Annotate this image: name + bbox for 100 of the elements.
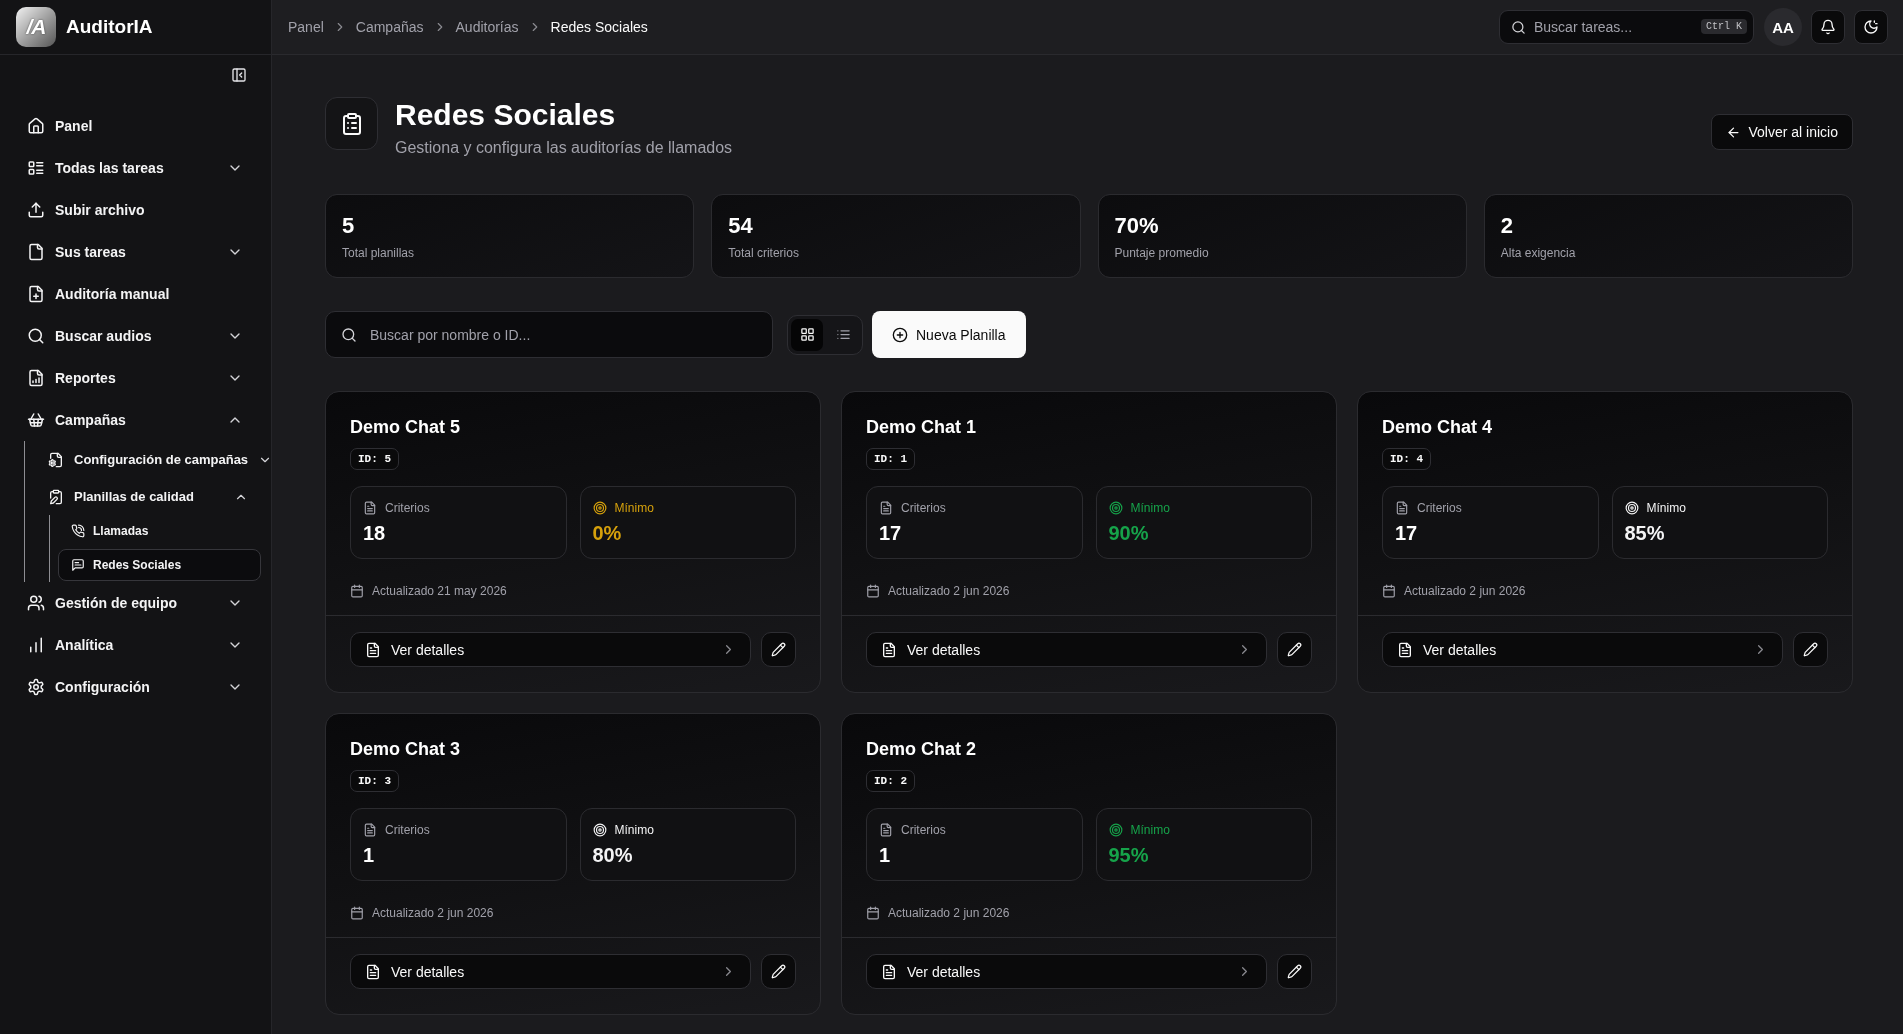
details-button[interactable]: Ver detalles [866, 632, 1267, 667]
stat-label: Total criterios [728, 245, 799, 261]
calendar-icon [866, 906, 880, 920]
updated-date: Actualizado 2 jun 2026 [372, 905, 494, 921]
sidebar-item[interactable]: Panel [0, 105, 271, 147]
user-avatar[interactable]: AA [1764, 8, 1802, 46]
calendar-icon [1382, 584, 1396, 598]
card-title: Demo Chat 5 [350, 416, 461, 438]
file-text-icon [879, 501, 893, 515]
clipboard-icon [325, 97, 378, 150]
search-field[interactable]: Buscar por nombre o ID... [325, 311, 773, 358]
sidebar-item[interactable]: Reportes [0, 357, 271, 399]
id-tag: ID: 5 [350, 448, 399, 470]
file-gear-icon [48, 451, 64, 468]
card-title: Demo Chat 3 [350, 738, 461, 760]
search-icon [1511, 20, 1526, 35]
file-text-icon [881, 963, 897, 980]
message-icon [71, 558, 85, 572]
updated-date: Actualizado 2 jun 2026 [888, 905, 1010, 921]
panel-toggle-icon[interactable] [231, 67, 247, 83]
sidebar-item[interactable]: Auditoría manual [0, 273, 271, 315]
sidebar-item[interactable]: Campañas [0, 399, 271, 441]
minimum-value: 0% [592, 521, 622, 545]
minimum-label: Mínimo [614, 822, 654, 838]
sidebar-item[interactable]: Sus tareas [0, 231, 271, 273]
criteria-value: 1 [363, 843, 375, 867]
card-title: Demo Chat 2 [866, 738, 977, 760]
id-tag: ID: 2 [866, 770, 915, 792]
stat-label: Total planillas [342, 245, 415, 261]
id-tag: ID: 1 [866, 448, 915, 470]
calendar-icon [350, 906, 364, 920]
sidebar-item[interactable]: Subir archivo [0, 189, 271, 231]
grid-icon [799, 327, 815, 342]
details-button[interactable]: Ver detalles [1382, 632, 1783, 667]
stat-value: 5 [342, 213, 355, 239]
file-plus-icon [27, 285, 45, 303]
back-button[interactable]: Volver al inicio [1710, 114, 1853, 150]
home-icon [27, 117, 45, 135]
breadcrumb-link[interactable]: Panel [288, 19, 324, 35]
edit-button[interactable] [761, 632, 796, 667]
phone-icon [71, 524, 85, 538]
minimum-value: 80% [592, 843, 633, 867]
sidebar-item[interactable]: Configuración de campañas [25, 441, 271, 478]
edit-button[interactable] [761, 954, 796, 989]
edit-button[interactable] [1793, 632, 1828, 667]
file-text-icon [363, 501, 377, 515]
users-icon [27, 594, 45, 612]
sidebar-item[interactable]: Redes Sociales [58, 549, 261, 581]
file-text-icon [1397, 641, 1413, 658]
details-button[interactable]: Ver detalles [350, 632, 751, 667]
new-template-button[interactable]: Nueva Planilla [872, 311, 1026, 358]
sidebar-item[interactable]: Analítica [0, 624, 271, 666]
pencil-icon [1287, 642, 1302, 657]
card-title: Demo Chat 1 [866, 416, 977, 438]
theme-toggle-button[interactable] [1854, 10, 1888, 44]
minimum-value: 90% [1108, 521, 1149, 545]
file-chart-icon [27, 369, 45, 387]
sidebar-item[interactable]: Buscar audios [0, 315, 271, 357]
minimum-value: 85% [1624, 521, 1665, 545]
sidebar-item[interactable]: Llamadas [58, 515, 261, 547]
stat-value: 2 [1500, 213, 1513, 239]
clipboard-pen-icon [48, 488, 64, 505]
file-text-icon [881, 641, 897, 658]
calendar-icon [866, 584, 880, 598]
edit-button[interactable] [1277, 954, 1312, 989]
minimum-label: Mínimo [614, 500, 654, 516]
details-button[interactable]: Ver detalles [350, 954, 751, 989]
sidebar-item[interactable]: Todas las tareas [0, 147, 271, 189]
details-button[interactable]: Ver detalles [866, 954, 1267, 989]
breadcrumb-link[interactable]: Campañas [355, 19, 424, 35]
minimum-label: Mínimo [1646, 500, 1686, 516]
breadcrumb-link[interactable]: Auditorías [455, 19, 519, 35]
edit-button[interactable] [1277, 632, 1312, 667]
file-text-icon [363, 823, 377, 837]
sidebar-item[interactable]: Gestión de equipo [0, 582, 271, 624]
minimum-label: Mínimo [1130, 822, 1170, 838]
criteria-value: 18 [363, 521, 386, 545]
file-text-icon [365, 963, 381, 980]
sidebar-item[interactable]: Planillas de calidad [25, 478, 271, 515]
pencil-icon [1803, 642, 1818, 657]
minimum-value: 95% [1108, 843, 1149, 867]
breadcrumb-current[interactable]: Redes Sociales [550, 19, 648, 35]
task-list-icon [27, 159, 45, 177]
search-icon [27, 327, 45, 345]
id-tag: ID: 3 [350, 770, 399, 792]
calendar-icon [350, 584, 364, 598]
minimum-label: Mínimo [1130, 500, 1170, 516]
notifications-button[interactable] [1811, 10, 1845, 44]
criteria-value: 1 [879, 843, 891, 867]
sidebar-item[interactable]: Configuración [0, 666, 271, 708]
id-tag: ID: 4 [1382, 448, 1431, 470]
search-icon [341, 327, 357, 343]
bell-icon [1820, 19, 1836, 35]
target-icon [1108, 823, 1123, 837]
basket-icon [27, 411, 45, 429]
updated-date: Actualizado 2 jun 2026 [1404, 583, 1526, 599]
grid-view-button[interactable] [791, 318, 823, 351]
updated-date: Actualizado 2 jun 2026 [888, 583, 1010, 599]
target-icon [1624, 501, 1639, 515]
upload-icon [27, 201, 45, 219]
